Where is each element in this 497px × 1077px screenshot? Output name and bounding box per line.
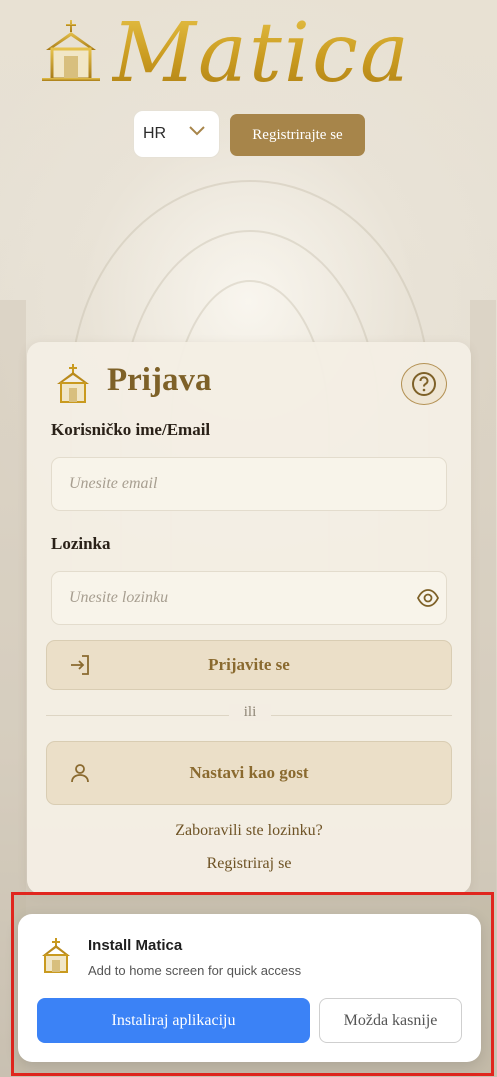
language-select[interactable]: HR: [133, 110, 220, 158]
install-subtitle: Add to home screen for quick access: [88, 963, 302, 978]
guest-button-label: Nastavi kao gost: [189, 763, 309, 782]
login-button-label: Prijavite se: [208, 655, 290, 674]
log-in-icon: [71, 655, 89, 675]
username-label: Korisničko ime/Email: [51, 420, 211, 439]
user-icon: [71, 764, 89, 783]
login-card: Prijava Korisničko ime/Email Lozinka Pri…: [27, 342, 471, 894]
brand-logo-text: Matica: [112, 4, 411, 104]
help-circle-icon: [412, 372, 436, 396]
church-icon: [42, 20, 100, 81]
login-button[interactable]: Prijavite se: [46, 640, 452, 690]
chevron-down-icon: [189, 126, 205, 136]
install-banner: Install Matica Add to home screen for qu…: [18, 914, 481, 1062]
or-separator: ili: [229, 704, 271, 721]
church-icon: [57, 364, 89, 403]
password-field[interactable]: [51, 571, 447, 625]
help-button[interactable]: [401, 363, 447, 405]
install-app-button[interactable]: Instaliraj aplikaciju: [37, 998, 310, 1043]
forgot-password-link[interactable]: Zaboravili ste lozinku?: [27, 822, 471, 840]
install-title: Install Matica: [88, 937, 183, 954]
language-select-value: HR: [143, 125, 167, 142]
guest-button[interactable]: Nastavi kao gost: [46, 741, 452, 805]
maybe-later-button[interactable]: Možda kasnije: [319, 998, 462, 1043]
register-header-button[interactable]: Registrirajte se: [230, 114, 365, 156]
password-label: Lozinka: [51, 534, 111, 553]
eye-icon[interactable]: [417, 587, 439, 609]
page-title: Prijava: [107, 362, 212, 398]
register-link[interactable]: Registriraj se: [27, 855, 471, 873]
church-icon: [42, 938, 70, 973]
email-field[interactable]: [51, 457, 447, 511]
